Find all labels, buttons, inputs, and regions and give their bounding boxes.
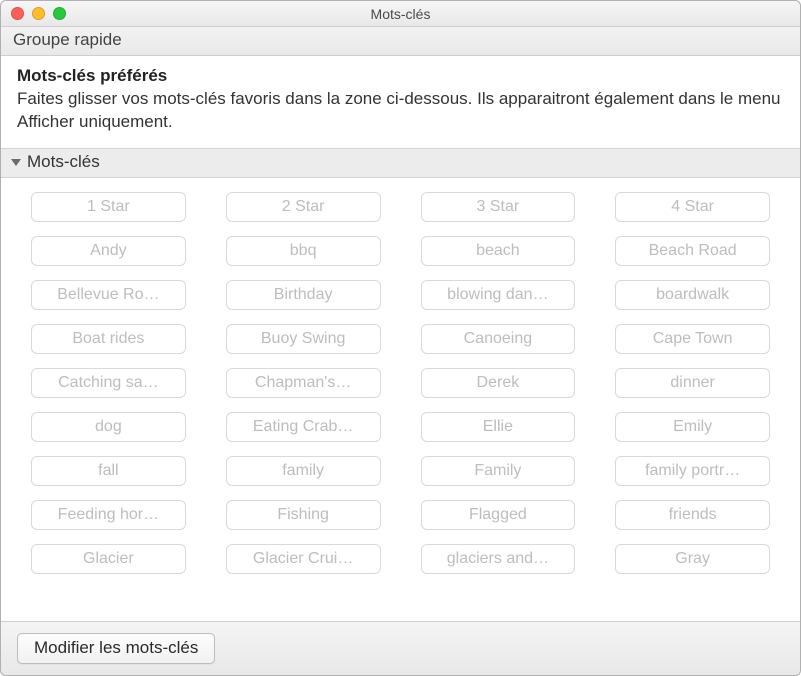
keyword-tag[interactable]: 2 Star [226, 192, 381, 222]
keyword-tag[interactable]: Feeding hor… [31, 500, 186, 530]
keyword-tag[interactable]: Canoeing [421, 324, 576, 354]
keyword-tag[interactable]: Boat rides [31, 324, 186, 354]
keyword-tag[interactable]: Chapman's… [226, 368, 381, 398]
quick-group-label: Groupe rapide [13, 30, 788, 50]
chevron-down-icon [11, 159, 21, 166]
description-body: Faites glisser vos mots-clés favoris dan… [17, 88, 784, 134]
keyword-tag[interactable]: Bellevue Ro… [31, 280, 186, 310]
keyword-tag[interactable]: Derek [421, 368, 576, 398]
keywords-grid: 1 Star 2 Star 3 Star 4 Star Andy bbq beach Beac… [31, 192, 770, 574]
keyword-tag[interactable]: Glacier Crui… [226, 544, 381, 574]
keyword-tag[interactable]: fall [31, 456, 186, 486]
close-icon[interactable] [11, 7, 24, 20]
description-area: Mots-clés préférés Faites glisser vos mo… [1, 56, 800, 149]
keywords-window: Mots-clés Groupe rapide Mots-clés préfér… [0, 0, 801, 676]
keyword-tag[interactable]: Family [421, 456, 576, 486]
keyword-tag[interactable]: Beach Road [615, 236, 770, 266]
keyword-tag[interactable]: Glacier [31, 544, 186, 574]
keyword-tag[interactable]: family portr… [615, 456, 770, 486]
keyword-tag[interactable]: glaciers and… [421, 544, 576, 574]
zoom-icon[interactable] [53, 7, 66, 20]
keyword-tag[interactable]: Emily [615, 412, 770, 442]
keyword-tag[interactable]: beach [421, 236, 576, 266]
traffic-lights [11, 7, 66, 20]
keyword-tag[interactable]: dinner [615, 368, 770, 398]
bottom-bar: Modifier les mots-clés [1, 621, 800, 675]
keyword-tag[interactable]: 1 Star [31, 192, 186, 222]
titlebar: Mots-clés [1, 1, 800, 27]
description-title: Mots-clés préférés [17, 66, 784, 86]
section-title: Mots-clés [27, 152, 100, 172]
keywords-area[interactable]: 1 Star 2 Star 3 Star 4 Star Andy bbq beach Beac… [1, 178, 800, 621]
section-header[interactable]: Mots-clés [1, 149, 800, 178]
keyword-tag[interactable]: friends [615, 500, 770, 530]
keyword-tag[interactable]: Catching sa… [31, 368, 186, 398]
keyword-tag[interactable]: blowing dan… [421, 280, 576, 310]
keyword-tag[interactable]: Ellie [421, 412, 576, 442]
keyword-tag[interactable]: family [226, 456, 381, 486]
keyword-tag[interactable]: bbq [226, 236, 381, 266]
window-title: Mots-clés [371, 6, 431, 22]
keyword-tag[interactable]: Buoy Swing [226, 324, 381, 354]
minimize-icon[interactable] [32, 7, 45, 20]
keyword-tag[interactable]: Andy [31, 236, 186, 266]
keyword-tag[interactable]: Eating Crab… [226, 412, 381, 442]
toolbar: Groupe rapide [1, 27, 800, 56]
keyword-tag[interactable]: Cape Town [615, 324, 770, 354]
keyword-tag[interactable]: Fishing [226, 500, 381, 530]
keyword-tag[interactable]: 4 Star [615, 192, 770, 222]
keyword-tag[interactable]: 3 Star [421, 192, 576, 222]
keyword-tag[interactable]: boardwalk [615, 280, 770, 310]
keyword-tag[interactable]: Gray [615, 544, 770, 574]
keyword-tag[interactable]: Flagged [421, 500, 576, 530]
keyword-tag[interactable]: Birthday [226, 280, 381, 310]
edit-keywords-button[interactable]: Modifier les mots-clés [17, 633, 215, 664]
keyword-tag[interactable]: dog [31, 412, 186, 442]
